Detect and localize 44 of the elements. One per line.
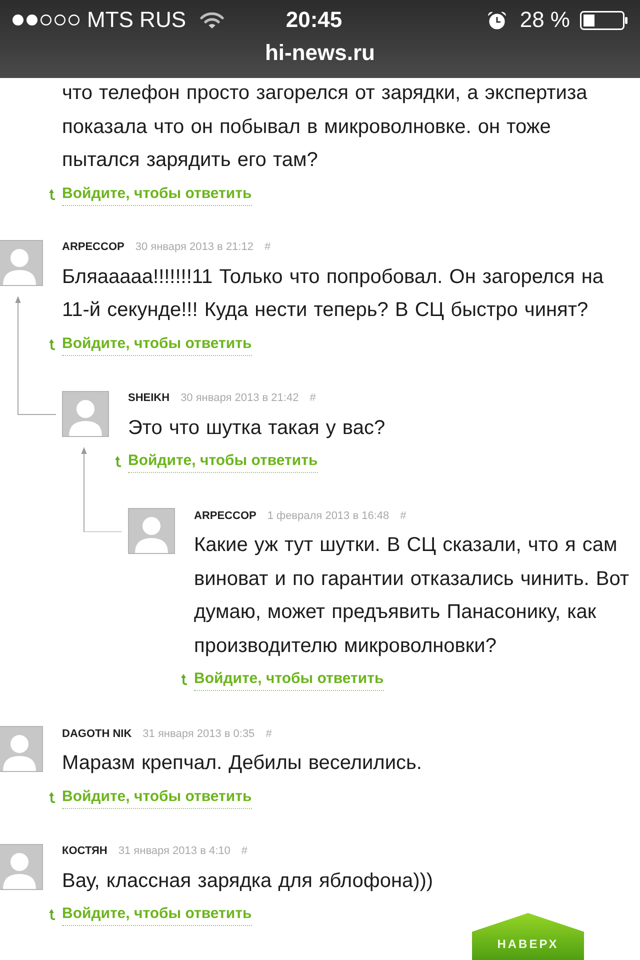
alarm-clock-icon	[486, 10, 507, 30]
signal-strength-icon	[12, 14, 80, 26]
comment-permalink[interactable]: #	[241, 843, 248, 860]
comment-date: 1 февраля 2013 в 16:48	[267, 508, 390, 524]
reply-link[interactable]: Войдите, чтобы ответить	[62, 332, 252, 356]
carrier-name: MTS RUS	[87, 9, 186, 31]
comment-permalink[interactable]: #	[264, 239, 271, 256]
up-arrow-icon	[49, 792, 55, 802]
comment-text: Маразм крепчал. Дебилы веселились.	[62, 751, 423, 776]
battery-percentage: 28 %	[520, 9, 570, 31]
comment-date: 31 января 2013 в 4:10	[118, 844, 230, 860]
comment-author: КОСТЯН	[62, 844, 108, 860]
comment-author: ARPECCOP	[194, 508, 256, 524]
back-to-top-button[interactable]: НАВЕРХ	[472, 913, 584, 960]
status-time: 20:45	[286, 9, 342, 31]
reply-link[interactable]: Войдите, чтобы ответить	[62, 903, 252, 926]
comment-author: SHEIKH	[128, 391, 170, 406]
comment-permalink[interactable]: #	[400, 508, 406, 524]
comment-author: ARPECCOP	[62, 240, 124, 256]
comment-date: 30 января 2013 в 21:42	[180, 391, 299, 406]
up-arrow-icon	[49, 188, 55, 200]
reply-link[interactable]: Войдите, чтобы ответить	[128, 450, 318, 473]
comment-permalink[interactable]: #	[310, 390, 316, 407]
comment-permalink[interactable]: #	[266, 726, 272, 742]
up-arrow-icon	[49, 909, 55, 920]
battery-icon	[580, 10, 628, 30]
page-address[interactable]: hi-news.ru	[264, 40, 375, 66]
avatar-silhouette-icon	[62, 390, 109, 436]
reply-link[interactable]: Войдите, чтобы ответить	[62, 182, 252, 206]
wifi-icon	[200, 12, 224, 28]
comment-text: что телефон просто загорелся от зарядки, а экспертиза показала что он побывал в микроволновке. он тоже пытался зарядить его там?	[62, 81, 588, 173]
reply-link[interactable]: Войдите, чтобы ответить	[194, 668, 384, 691]
comment-date: 31 января 2013 в 0:35	[142, 726, 255, 742]
up-arrow-icon	[181, 674, 187, 685]
comment-text: Вау, классная зарядка для яблофона)))	[62, 868, 434, 894]
comment-text: Какие уж тут шутки. В СЦ сказали, что я сам виноват и по гарантии отказались чинить. Вот думаю, может предъявить Панасонику, как производителю микроволновки?	[194, 533, 630, 658]
reply-link[interactable]: Войдите, чтобы ответить	[62, 786, 252, 808]
avatar-silhouette-icon	[128, 508, 175, 554]
up-arrow-icon	[49, 338, 55, 350]
comment-text: Это что шутка такая у вас?	[128, 416, 386, 440]
comment-author: DAGOTH NIK	[62, 726, 132, 742]
comment-text: Бляааааа!!!!!!!11 Только что попробовал. Он загорелся на 11-й секунде!!! Куда нести теперь? В СЦ быстро чинят?	[62, 264, 604, 323]
comment-date: 30 января 2013 в 21:12	[135, 240, 254, 256]
up-arrow-icon	[115, 456, 121, 467]
